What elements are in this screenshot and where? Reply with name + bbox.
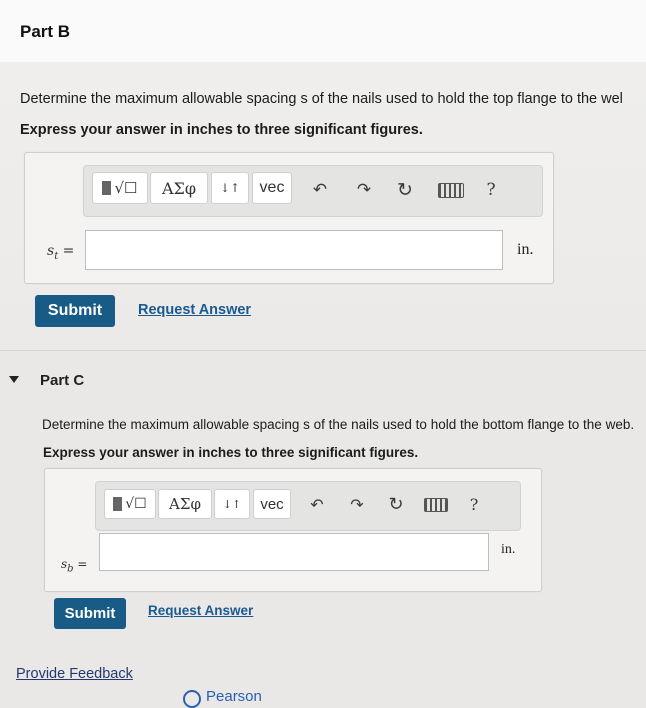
redo-icon[interactable]: ↷ (348, 496, 366, 514)
template-icon (102, 181, 112, 195)
templates-button[interactable]: √☐ (104, 489, 156, 519)
reset-icon[interactable]: ↻ (394, 179, 416, 201)
redo-icon[interactable]: ↷ (354, 180, 374, 200)
part-b-answer-input[interactable] (85, 230, 503, 270)
help-button[interactable]: ? (466, 494, 482, 514)
undo-icon[interactable]: ↶ (308, 496, 326, 514)
part-c-answer-box: √☐ ΑΣφ ↓↑ vec ↶ ↷ ↻ ? sb = in. (44, 468, 542, 592)
reset-icon[interactable]: ↻ (386, 494, 406, 514)
arrows-button[interactable]: ↓↑ (214, 489, 250, 519)
part-b-header: Part B (0, 0, 646, 62)
vec-button[interactable]: vec (253, 489, 291, 519)
part-c-toolbar: √☐ ΑΣφ ↓↑ vec ↶ ↷ ↻ ? (95, 481, 521, 531)
pearson-brand: Pearson (206, 688, 262, 705)
part-c-unit: in. (501, 542, 516, 557)
pearson-logo-icon (183, 690, 201, 708)
variable-subscript: b (67, 563, 74, 575)
template-icon (113, 497, 123, 511)
undo-icon[interactable]: ↶ (310, 180, 330, 200)
equals-sign: = (77, 557, 88, 571)
keyboard-icon[interactable] (438, 183, 464, 198)
part-b-variable-label: st = (47, 243, 74, 262)
greek-button[interactable]: ΑΣφ (150, 172, 208, 204)
sqrt-icon: √☐ (125, 496, 147, 512)
help-button[interactable]: ? (482, 179, 500, 201)
sqrt-icon: √☐ (114, 179, 138, 197)
part-b-question: Determine the maximum allowable spacing … (20, 91, 623, 107)
part-b-title: Part B (20, 22, 71, 41)
arrows-button[interactable]: ↓↑ (211, 172, 249, 204)
part-c-title[interactable]: Part C (40, 372, 84, 389)
greek-button[interactable]: ΑΣφ (158, 489, 212, 519)
variable-subscript: t (54, 250, 59, 262)
vec-button[interactable]: vec (252, 172, 292, 204)
section-divider (0, 350, 646, 351)
part-b-request-answer-link[interactable]: Request Answer (138, 302, 251, 318)
templates-button[interactable]: √☐ (92, 172, 148, 204)
provide-feedback-link[interactable]: Provide Feedback (16, 666, 133, 682)
part-b-submit-button[interactable]: Submit (35, 295, 115, 327)
part-c-submit-button[interactable]: Submit (54, 598, 126, 629)
keyboard-icon[interactable] (424, 498, 448, 512)
part-b-answer-box: √☐ ΑΣφ ↓↑ vec ↶ ↷ ↻ ? st = in. (24, 152, 554, 284)
part-c-request-answer-link[interactable]: Request Answer (148, 603, 253, 618)
part-b-unit: in. (517, 241, 534, 258)
part-b-toolbar: √☐ ΑΣφ ↓↑ vec ↶ ↷ ↻ ? (83, 165, 543, 217)
collapse-arrow-icon[interactable] (9, 376, 19, 383)
part-c-question: Determine the maximum allowable spacing … (42, 417, 635, 432)
part-b-instruction: Express your answer in inches to three s… (20, 122, 423, 138)
part-c-instruction: Express your answer in inches to three s… (43, 445, 419, 460)
equals-sign: = (62, 243, 75, 259)
part-c-variable-label: sb = (61, 557, 87, 574)
part-c-answer-input[interactable] (99, 533, 489, 571)
